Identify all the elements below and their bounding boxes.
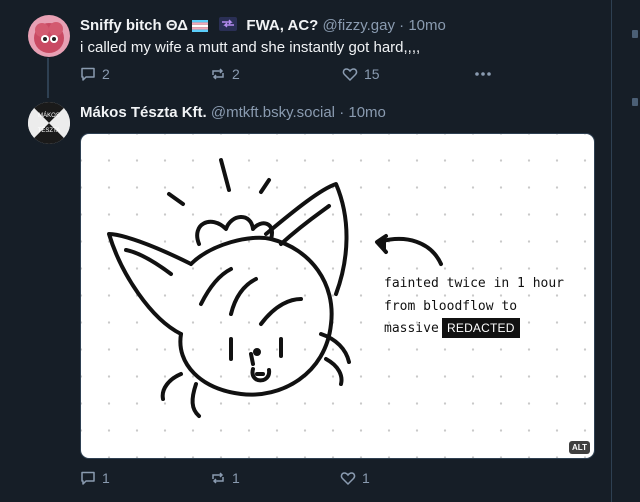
redacted-label: REDACTED [442, 318, 520, 338]
gutter-marker [632, 98, 638, 106]
repost-count: 1 [232, 470, 240, 486]
repost-button[interactable]: 1 [210, 470, 340, 486]
right-gutter [612, 0, 640, 502]
post-text: i called my wife a mutt and she instantl… [80, 39, 421, 56]
gutter-marker [632, 30, 638, 38]
repost-button[interactable]: 2 [210, 66, 342, 82]
post-1-actions: 2 2 15 [80, 66, 492, 82]
post-time[interactable]: 10mo [348, 104, 386, 121]
author-name[interactable]: Mákos Tészta Kft. [80, 104, 207, 121]
avatar-makos-image: MÁKOS TÉSZTA [28, 102, 70, 144]
soon-arrow-icon [219, 17, 238, 31]
image-caption-line-3: massive [384, 321, 439, 336]
reply-button[interactable]: 2 [80, 66, 210, 82]
avatar-sniffy-image [28, 15, 70, 57]
post-1-header: Sniffy bitch ΘΔ FWA, AC? @fizzy.gay · 10… [80, 16, 446, 35]
image-caption-line-1: fainted twice in 1 hour [384, 276, 565, 291]
repost-count: 2 [232, 66, 240, 82]
alt-badge[interactable]: ALT [569, 441, 590, 454]
image-caption-line-2: from bloodflow to [384, 299, 518, 314]
author-handle[interactable]: @fizzy.gay [323, 17, 395, 34]
like-count: 1 [362, 470, 370, 486]
repost-icon [212, 68, 224, 80]
avatar-makos[interactable]: MÁKOS TÉSZTA [28, 102, 70, 144]
reply-icon [81, 67, 95, 81]
reply-count: 2 [102, 66, 110, 82]
like-count: 15 [364, 66, 380, 82]
avatar-sniffy[interactable] [28, 15, 70, 57]
author-handle[interactable]: @mtkft.bsky.social [211, 104, 335, 121]
avatar-text-top: MÁKOS [38, 112, 60, 119]
more-button[interactable] [474, 71, 492, 77]
separator-dot: · [339, 104, 349, 121]
post-1[interactable]: Sniffy bitch ΘΔ FWA, AC? @fizzy.gay · 10… [0, 0, 611, 98]
post-2-header: Mákos Tészta Kft. @mtkft.bsky.social · 1… [80, 104, 386, 122]
reply-button[interactable]: 1 [80, 470, 210, 486]
post-time[interactable]: 10mo [408, 17, 446, 34]
reply-count: 1 [102, 470, 110, 486]
post-2-actions: 1 1 1 [80, 470, 470, 486]
more-icon [475, 72, 491, 76]
author-name[interactable]: Sniffy bitch ΘΔ [80, 17, 188, 34]
thread-connector [47, 58, 49, 98]
like-button[interactable]: 15 [342, 66, 474, 82]
trans-flag-icon [192, 20, 209, 32]
avatar-text-bottom: TÉSZTA [38, 127, 61, 134]
like-icon [342, 68, 358, 82]
repost-icon [212, 472, 224, 484]
author-name-suffix[interactable]: FWA, AC? [246, 17, 318, 34]
reply-icon [81, 471, 95, 485]
like-button[interactable]: 1 [340, 470, 470, 486]
post-image[interactable]: fainted twice in 1 hour from bloodflow t… [80, 133, 595, 459]
feed-panel: Sniffy bitch ΘΔ FWA, AC? @fizzy.gay · 10… [0, 0, 612, 502]
like-icon [340, 472, 356, 486]
separator-dot: · [399, 17, 409, 34]
